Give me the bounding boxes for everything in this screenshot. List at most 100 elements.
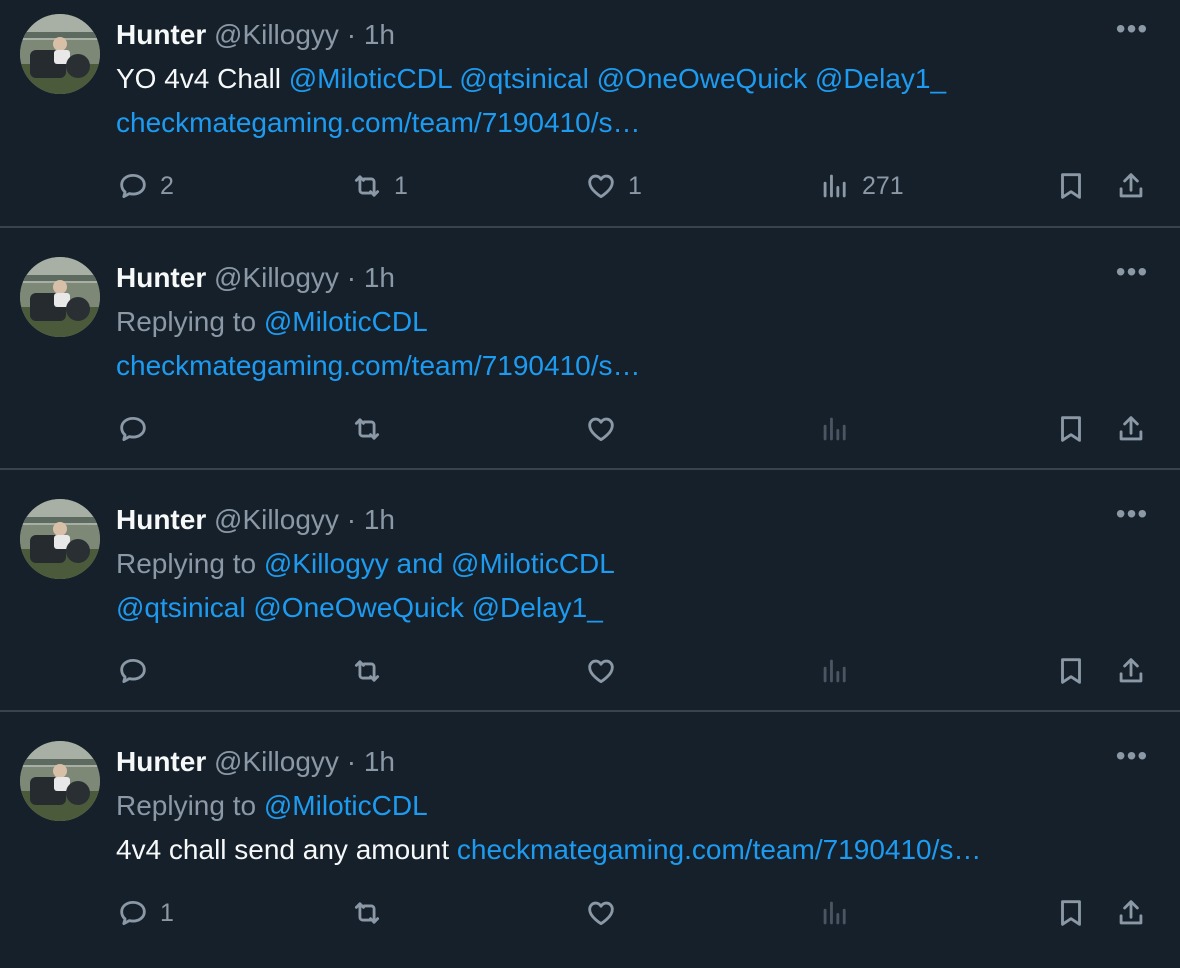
reply-icon bbox=[120, 173, 146, 199]
mention-links[interactable]: @qtsinical @OneOweQuick @Delay1_ bbox=[116, 592, 603, 623]
timestamp[interactable]: 1h bbox=[364, 19, 395, 50]
share-icon bbox=[1119, 900, 1143, 925]
reply-button[interactable]: 1 bbox=[116, 893, 174, 933]
username[interactable]: @Killogyy bbox=[214, 746, 339, 777]
like-button[interactable]: 1 bbox=[584, 166, 642, 206]
retweet-button[interactable] bbox=[350, 651, 394, 691]
separator-dot: · bbox=[346, 746, 357, 777]
url-link[interactable]: checkmategaming.com/team/7190410/s… bbox=[116, 350, 641, 381]
views-button[interactable]: 271 bbox=[818, 166, 904, 206]
share-button[interactable] bbox=[1114, 893, 1148, 933]
tweet[interactable]: Hunter @Killogyy · 1h ••• Replying to @M… bbox=[0, 243, 1180, 484]
share-button[interactable] bbox=[1114, 166, 1148, 206]
tweet[interactable]: Hunter @Killogyy · 1h ••• YO 4v4 Chall @… bbox=[0, 0, 1180, 241]
username[interactable]: @Killogyy bbox=[214, 504, 339, 535]
reply-icon bbox=[120, 416, 146, 442]
username[interactable]: @Killogyy bbox=[214, 262, 339, 293]
views-count: 271 bbox=[862, 171, 904, 200]
url-link[interactable]: checkmategaming.com/team/7190410/s… bbox=[457, 834, 982, 865]
replying-to-label: Replying to bbox=[116, 548, 264, 579]
views-icon bbox=[823, 659, 846, 683]
replying-to-label: Replying to bbox=[116, 790, 264, 821]
views-icon bbox=[823, 174, 846, 198]
reply-button[interactable]: 2 bbox=[116, 166, 174, 206]
more-icon[interactable]: ••• bbox=[1112, 258, 1152, 295]
tweet-text: checkmategaming.com/team/7190410/s… bbox=[116, 106, 641, 140]
avatar[interactable] bbox=[20, 741, 100, 821]
divider bbox=[0, 468, 1180, 470]
views-icon bbox=[823, 901, 846, 925]
share-icon bbox=[1119, 658, 1143, 683]
bookmark-button[interactable] bbox=[1054, 166, 1088, 206]
tweet-text: YO 4v4 Chall @MiloticCDL @qtsinical @One… bbox=[116, 62, 946, 96]
timeline: Hunter @Killogyy · 1h ••• YO 4v4 Chall @… bbox=[0, 0, 1180, 952]
share-icon bbox=[1119, 173, 1143, 198]
avatar[interactable] bbox=[20, 257, 100, 337]
retweet-button[interactable]: 1 bbox=[350, 166, 408, 206]
retweet-button[interactable] bbox=[350, 409, 394, 449]
tweet-text: 4v4 chall send any amount checkmategamin… bbox=[116, 833, 981, 867]
share-button[interactable] bbox=[1114, 651, 1148, 691]
separator-dot: · bbox=[346, 504, 357, 535]
like-button[interactable] bbox=[584, 651, 628, 691]
tweet-header: Hunter @Killogyy · 1h bbox=[116, 261, 395, 295]
mention-links[interactable]: @Killogyy and @MiloticCDL bbox=[264, 548, 615, 579]
mention-links[interactable]: @MiloticCDL @qtsinical @OneOweQuick @Del… bbox=[289, 63, 946, 94]
display-name[interactable]: Hunter bbox=[116, 504, 206, 535]
username[interactable]: @Killogyy bbox=[214, 19, 339, 50]
more-icon[interactable]: ••• bbox=[1112, 500, 1152, 537]
separator-dot: · bbox=[346, 19, 357, 50]
bookmark-button[interactable] bbox=[1054, 409, 1088, 449]
views-button[interactable] bbox=[818, 409, 862, 449]
bookmark-button[interactable] bbox=[1054, 651, 1088, 691]
retweet-icon bbox=[354, 418, 380, 440]
views-icon bbox=[823, 417, 846, 441]
tweet[interactable]: Hunter @Killogyy · 1h ••• Replying to @K… bbox=[0, 485, 1180, 726]
heart-icon bbox=[588, 901, 614, 926]
bookmark-button[interactable] bbox=[1054, 893, 1088, 933]
retweet-icon bbox=[354, 902, 380, 924]
views-button[interactable] bbox=[818, 651, 862, 691]
tweet-text: checkmategaming.com/team/7190410/s… bbox=[116, 349, 641, 383]
display-name[interactable]: Hunter bbox=[116, 19, 206, 50]
action-bar: 1 bbox=[0, 893, 1180, 933]
tweet-header: Hunter @Killogyy · 1h bbox=[116, 18, 395, 52]
heart-icon bbox=[588, 174, 614, 199]
mention-link[interactable]: @MiloticCDL bbox=[264, 790, 428, 821]
tweet[interactable]: Hunter @Killogyy · 1h ••• Replying to @M… bbox=[0, 727, 1180, 968]
like-count: 1 bbox=[628, 171, 642, 200]
avatar[interactable] bbox=[20, 14, 100, 94]
retweet-icon bbox=[354, 175, 380, 197]
retweet-count: 1 bbox=[394, 171, 408, 200]
divider bbox=[0, 226, 1180, 228]
tweet-header: Hunter @Killogyy · 1h bbox=[116, 503, 395, 537]
url-link[interactable]: checkmategaming.com/team/7190410/s… bbox=[116, 107, 641, 138]
display-name[interactable]: Hunter bbox=[116, 262, 206, 293]
avatar[interactable] bbox=[20, 499, 100, 579]
mention-link[interactable]: @MiloticCDL bbox=[264, 306, 428, 337]
separator-dot: · bbox=[346, 262, 357, 293]
reply-button[interactable] bbox=[116, 409, 160, 449]
timestamp[interactable]: 1h bbox=[364, 504, 395, 535]
like-button[interactable] bbox=[584, 409, 628, 449]
reply-icon bbox=[120, 658, 146, 684]
share-icon bbox=[1119, 416, 1143, 441]
display-name[interactable]: Hunter bbox=[116, 746, 206, 777]
reply-context: Replying to @MiloticCDL bbox=[116, 305, 428, 339]
more-icon[interactable]: ••• bbox=[1112, 742, 1152, 779]
retweet-button[interactable] bbox=[350, 893, 394, 933]
reply-count: 1 bbox=[160, 898, 174, 927]
reply-button[interactable] bbox=[116, 651, 160, 691]
timestamp[interactable]: 1h bbox=[364, 746, 395, 777]
bookmark-icon bbox=[1061, 900, 1081, 926]
views-button[interactable] bbox=[818, 893, 862, 933]
like-button[interactable] bbox=[584, 893, 628, 933]
timestamp[interactable]: 1h bbox=[364, 262, 395, 293]
more-icon[interactable]: ••• bbox=[1112, 15, 1152, 52]
divider bbox=[0, 710, 1180, 712]
action-bar: 2 1 1 271 bbox=[0, 166, 1180, 206]
tweet-text-segment: 4v4 chall send any amount bbox=[116, 834, 457, 865]
share-button[interactable] bbox=[1114, 409, 1148, 449]
reply-context-continued: @qtsinical @OneOweQuick @Delay1_ bbox=[116, 591, 603, 625]
replying-to-label: Replying to bbox=[116, 306, 264, 337]
